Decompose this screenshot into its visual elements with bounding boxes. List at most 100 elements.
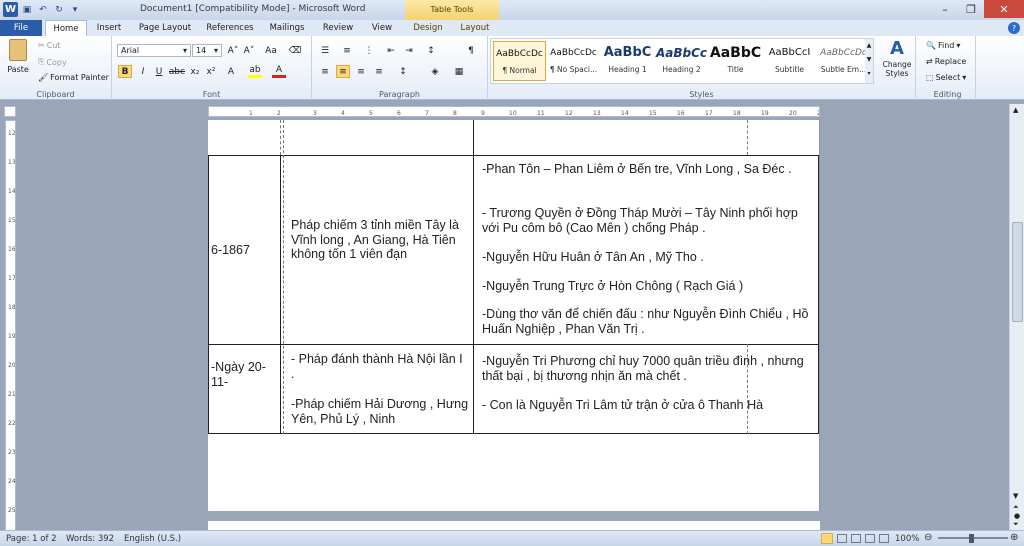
previous-page-icon[interactable]: ⏶ [1013,503,1019,512]
line-spacing-icon[interactable]: ↕ [396,65,410,78]
horizontal-ruler[interactable]: 123456789101112131415161718192021 [208,106,820,117]
multilevel-list-icon[interactable]: ⋮ [362,44,376,57]
shrink-font-icon[interactable]: A˅ [242,44,256,57]
numbering-icon[interactable]: ≡ [340,44,354,57]
redo-icon[interactable]: ↻ [52,3,66,17]
row2-resistance-1[interactable]: -Nguyễn Tri Phương chỉ huy 7000 quân tri… [482,354,814,383]
vertical-ruler[interactable]: 12 13 14 15 16 17 18 19 20 21 22 23 24 25 [5,120,16,532]
style-heading-1[interactable]: AaBbC Heading 1 [601,41,654,81]
tab-page-layout[interactable]: Page Layout [134,20,196,36]
increase-indent-icon[interactable]: ⇥ [402,44,416,57]
next-page-icon[interactable]: ⏷ [1013,520,1019,529]
maximize-icon[interactable]: ❐ [958,0,984,18]
customize-qat-icon[interactable]: ▾ [68,3,82,17]
borders-icon[interactable]: ▦ [452,65,466,78]
browse-object-icon[interactable]: ● [1014,512,1020,520]
underline-icon[interactable]: U [152,65,166,78]
gallery-scroll-icon[interactable]: ▲ ▼ ▾ [865,39,873,83]
subscript-icon[interactable]: x₂ [188,65,202,78]
row1-resistance-5[interactable]: -Dùng thơ văn để chiến đấu : như Nguyễn … [482,307,814,336]
copy-button[interactable]: ⎘ Copy [38,57,67,67]
scroll-down-icon[interactable]: ▼ [1013,492,1018,500]
align-center-icon[interactable]: ≡ [336,65,350,78]
align-right-icon[interactable]: ≡ [354,65,368,78]
row2-resistance-2[interactable]: - Con là Nguyễn Tri Lâm tử trận ở cửa ô … [482,398,814,413]
zoom-out-icon[interactable]: ⊖ [924,532,932,543]
undo-icon[interactable]: ↶ [36,3,50,17]
decrease-indent-icon[interactable]: ⇤ [384,44,398,57]
tab-insert[interactable]: Insert [90,20,128,36]
word-count[interactable]: Words: 392 [66,534,114,544]
tab-file[interactable]: File [0,20,42,36]
text-effects-icon[interactable]: A [224,65,238,78]
strikethrough-icon[interactable]: abc [169,65,185,78]
style-title[interactable]: AaBbC Title [709,41,762,81]
row1-resistance-4[interactable]: -Nguyễn Trung Trực ở Hòn Chông ( Rạch Gi… [482,279,814,294]
highlight-icon[interactable]: ab [248,65,262,78]
zoom-in-icon[interactable]: ⊕ [1010,532,1018,543]
superscript-icon[interactable]: x² [204,65,218,78]
save-icon[interactable]: ▣ [20,3,34,17]
outline-icon[interactable] [865,534,875,543]
styles-gallery: AaBbCcDc ¶ Normal AaBbCcDc ¶ No Spaci... A… [490,38,874,84]
select-button[interactable]: ⬚ Select ▾ [926,73,966,82]
clear-formatting-icon[interactable]: ⌫ [288,44,302,57]
row1-resistance-3[interactable]: -Nguyễn Hữu Huân ở Tân An , Mỹ Tho . [482,250,814,265]
tab-layout[interactable]: Layout [456,20,494,36]
paste-button[interactable]: Paste [5,39,31,83]
tab-references[interactable]: References [203,20,257,36]
row1-resistance-1[interactable]: -Phan Tôn – Phan Liêm ở Bến tre, Vĩnh Lo… [482,162,814,177]
row1-resistance-2[interactable]: - Trương Quyền ở Đồng Tháp Mười – Tây Ni… [482,206,814,235]
close-icon[interactable]: ✕ [984,0,1024,18]
document-page[interactable]: 6-1867 Pháp chiếm 3 tỉnh miền Tây là Vĩn… [208,120,820,511]
zoom-slider-thumb[interactable] [969,534,974,543]
scroll-thumb[interactable] [1012,222,1023,322]
cut-button[interactable]: ✂ Cut [38,41,61,50]
help-icon[interactable]: ? [1008,22,1020,34]
change-case-icon[interactable]: Aa [264,44,278,57]
tab-home[interactable]: Home [45,20,87,36]
align-left-icon[interactable]: ≡ [318,65,332,78]
style-heading-2[interactable]: AaBbCc Heading 2 [655,41,708,81]
font-name-combo[interactable]: Arial ▾ [117,44,191,57]
full-screen-icon[interactable] [837,534,847,543]
row2-date[interactable]: -Ngày 20-11- [211,360,279,389]
font-size-combo[interactable]: 14 ▾ [192,44,222,57]
find-button[interactable]: 🔍 Find ▾ [926,41,960,50]
style-no-spacing[interactable]: AaBbCcDc ¶ No Spaci... [547,41,600,81]
style-subtle-emphasis[interactable]: AaBbCcDc Subtle Em... [817,41,870,81]
italic-icon[interactable]: I [136,65,150,78]
zoom-level[interactable]: 100% [895,534,919,544]
row1-date[interactable]: 6-1867 [211,243,277,258]
shading-icon[interactable]: ◈ [428,65,442,78]
tab-mailings[interactable]: Mailings [264,20,310,36]
print-layout-icon[interactable] [821,533,833,544]
sort-icon[interactable]: ↕ [424,44,438,57]
replace-button[interactable]: ⇄ Replace [926,57,966,66]
scroll-up-icon[interactable]: ▲ [1013,106,1018,114]
bullets-icon[interactable]: ☰ [318,44,332,57]
draft-icon[interactable] [879,534,889,543]
style-normal[interactable]: AaBbCcDc ¶ Normal [493,41,546,81]
tab-view[interactable]: View [366,20,398,36]
format-painter-button[interactable]: 🖌 Format Painter [38,73,109,82]
word-icon[interactable]: W [3,2,18,17]
language-status[interactable]: English (U.S.) [124,534,181,544]
row1-event[interactable]: Pháp chiếm 3 tỉnh miền Tây là Vĩnh long … [291,218,463,262]
grow-font-icon[interactable]: A˄ [226,44,240,57]
change-styles-button[interactable]: A Change Styles [878,38,916,86]
bold-icon[interactable]: B [118,65,132,78]
page-count[interactable]: Page: 1 of 2 [6,534,57,544]
font-color-icon[interactable]: A [272,65,286,78]
minimize-icon[interactable]: – [932,0,958,18]
tab-review[interactable]: Review [318,20,358,36]
web-layout-icon[interactable] [851,534,861,543]
tab-design[interactable]: Design [410,20,446,36]
show-formatting-icon[interactable]: ¶ [464,44,478,57]
style-subtitle[interactable]: AaBbCcI Subtitle [763,41,816,81]
justify-icon[interactable]: ≡ [372,65,386,78]
row2-event-1[interactable]: - Pháp đánh thành Hà Nội lần I . [291,352,469,381]
vertical-scrollbar[interactable]: ▲ ▼ ⏶ ● ⏷ [1009,104,1024,530]
row2-event-2[interactable]: -Pháp chiếm Hải Dương , Hưng Yên, Phủ Lý… [291,397,469,426]
ruler-toggle-icon[interactable] [4,106,16,117]
